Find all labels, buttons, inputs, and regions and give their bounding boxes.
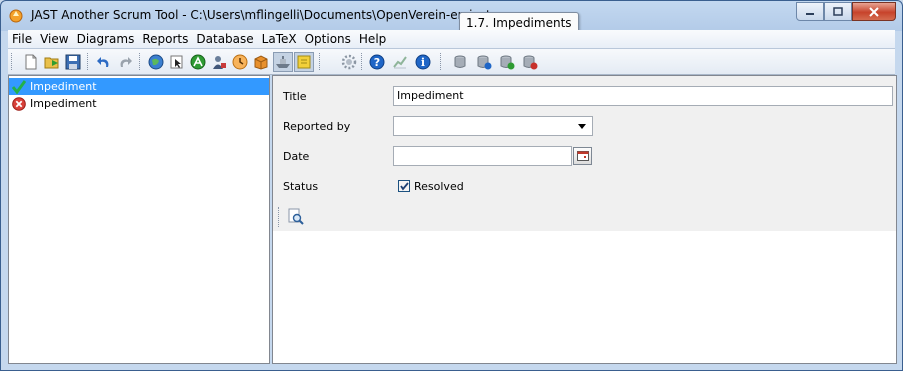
clock-button[interactable] (231, 53, 248, 70)
reported-by-dropdown[interactable] (393, 116, 593, 136)
title-field[interactable]: Impediment (393, 86, 893, 106)
tree-panel: Impediment Impediment (8, 75, 270, 364)
new-document-icon (25, 54, 36, 69)
info-button[interactable]: i (414, 53, 431, 70)
reported-by-label: Reported by (283, 120, 351, 133)
error-icon (12, 96, 26, 111)
menu-database[interactable]: Database (192, 30, 257, 48)
toolbar-separator (139, 53, 141, 70)
undo-icon (96, 56, 108, 67)
note-button[interactable] (294, 52, 314, 72)
preview-icon[interactable] (287, 208, 305, 226)
user-icon (212, 55, 226, 69)
toolbar-separator (11, 53, 13, 70)
menu-reports[interactable]: Reports (138, 30, 192, 48)
database-delete-button[interactable] (521, 53, 538, 70)
close-button[interactable] (852, 2, 896, 21)
chart-button[interactable] (391, 53, 408, 70)
database-add-icon (477, 55, 491, 69)
menu-latex[interactable]: LaTeX (258, 30, 301, 48)
detail-panel: Title Impediment Reported by Date Status… (272, 75, 897, 364)
run-icon (190, 54, 205, 69)
svg-text:i: i (420, 56, 424, 69)
resolved-checkbox[interactable] (398, 180, 410, 192)
undo-button[interactable] (95, 53, 112, 70)
open-folder-icon (44, 57, 58, 68)
database-icon (454, 55, 465, 68)
check-icon (12, 79, 26, 94)
toolbar-separator (440, 53, 442, 70)
help-button[interactable]: ? (368, 53, 385, 70)
clock-icon (232, 54, 247, 69)
toolbar-separator (87, 53, 89, 70)
globe-icon (148, 54, 163, 69)
new-button[interactable] (22, 53, 39, 70)
box-icon (254, 54, 267, 70)
note-icon (297, 55, 311, 69)
form-toolbar-separator (278, 207, 279, 227)
minimize-button[interactable] (796, 2, 824, 21)
box-button[interactable] (252, 53, 269, 70)
menu-view[interactable]: View (36, 30, 72, 48)
database-delete-icon (523, 55, 537, 69)
menu-diagrams[interactable]: Diagrams (73, 30, 139, 48)
app-logo-icon (9, 9, 23, 23)
window-title: JAST Another Scrum Tool - C:\Users\mflin… (31, 8, 491, 22)
open-button[interactable] (43, 53, 60, 70)
tree-item-label: Impediment (30, 80, 97, 93)
resolved-label: Resolved (414, 180, 464, 193)
svg-text:?: ? (373, 56, 379, 69)
chevron-down-icon (578, 124, 586, 129)
menu-options[interactable]: Options (301, 30, 355, 48)
toolbar-separator (319, 53, 321, 70)
tree-item-label: Impediment (30, 97, 97, 110)
toolbar: ? i (8, 49, 895, 75)
calendar-button[interactable] (573, 147, 592, 165)
date-field[interactable] (393, 146, 572, 166)
title-bar[interactable]: JAST Another Scrum Tool - C:\Users\mflin… (1, 1, 902, 35)
redo-button[interactable] (116, 53, 133, 70)
help-icon: ? (369, 54, 384, 69)
checkmark-icon (400, 182, 409, 191)
database-add-button[interactable] (475, 53, 492, 70)
status-label: Status (283, 180, 319, 193)
save-icon (65, 54, 80, 69)
toolbar-separator (361, 53, 363, 70)
redo-icon (120, 56, 132, 67)
settings-icon (341, 54, 356, 69)
database-button[interactable] (451, 53, 468, 70)
user-button[interactable] (210, 53, 227, 70)
menu-help[interactable]: Help (355, 30, 390, 48)
tree-item[interactable]: Impediment (9, 78, 269, 95)
ship-button[interactable] (273, 52, 293, 72)
globe-button[interactable] (147, 53, 164, 70)
impediment-form: Title Impediment Reported by Date Status… (273, 76, 896, 231)
caption-buttons (796, 2, 896, 21)
cursor-icon (170, 55, 182, 68)
menu-bar: File View Diagrams Reports Database LaTe… (8, 30, 895, 49)
save-button[interactable] (64, 53, 81, 70)
title-label: Title (283, 90, 307, 103)
database-go-button[interactable] (498, 53, 515, 70)
chart-icon (392, 55, 407, 68)
database-go-icon (500, 55, 514, 69)
menu-file[interactable]: File (8, 30, 36, 48)
date-label: Date (283, 150, 310, 163)
ship-icon (276, 56, 290, 68)
tree-item[interactable]: Impediment (9, 95, 269, 112)
maximize-icon (833, 7, 843, 16)
app-window: JAST Another Scrum Tool - C:\Users\mflin… (0, 0, 903, 371)
minimize-icon (806, 12, 814, 15)
info-icon: i (415, 54, 430, 69)
run-button[interactable] (189, 53, 206, 70)
calendar-icon (576, 151, 589, 161)
maximize-button[interactable] (824, 2, 852, 21)
close-icon (869, 6, 879, 17)
settings-button[interactable] (340, 53, 357, 70)
cursor-button[interactable] (168, 53, 185, 70)
